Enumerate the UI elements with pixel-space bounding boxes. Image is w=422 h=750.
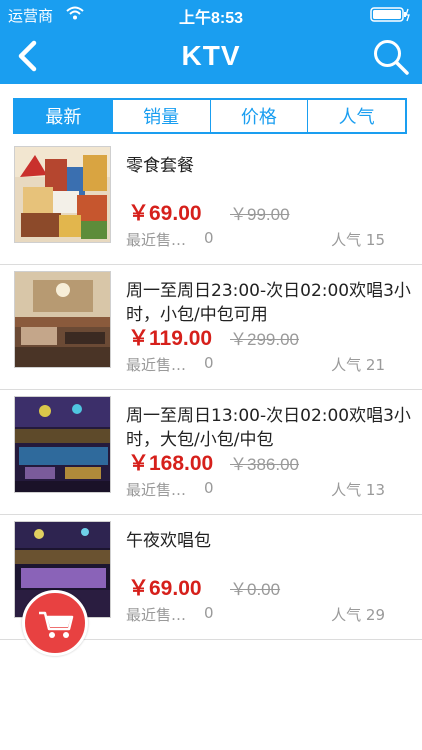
tab-latest[interactable]: 最新: [15, 100, 112, 132]
product-name: 午夜欢唱包: [126, 531, 211, 551]
sales-label: 最近售…: [126, 606, 187, 624]
sales-info: 最近售… 0: [126, 354, 214, 375]
product-image-room-small: [14, 271, 111, 368]
product-price: ￥69.00: [128, 577, 202, 600]
popularity: 人气 15: [331, 231, 385, 249]
status-bar: 运营商 上午8:53: [0, 0, 422, 28]
product-image-snacks: [14, 146, 111, 243]
search-icon[interactable]: [372, 38, 410, 76]
list-item[interactable]: 零食套餐 ￥69.00 ￥99.00 最近售… 0 人气 15: [0, 140, 422, 265]
sales-count: 0: [204, 479, 214, 497]
product-name: 零食套餐: [126, 156, 194, 176]
page-title: KTV: [181, 40, 241, 71]
sales-info: 最近售… 0: [126, 479, 214, 500]
product-price: ￥69.00: [128, 202, 202, 225]
product-original-price: ￥386.00: [230, 455, 299, 474]
sales-info: 最近售… 0: [126, 604, 214, 625]
sales-label: 最近售…: [126, 356, 187, 374]
nav-bar: KTV: [0, 28, 422, 84]
tab-price[interactable]: 价格: [209, 100, 308, 132]
popularity: 人气 29: [331, 606, 385, 624]
sales-label: 最近售…: [126, 231, 187, 249]
list-item[interactable]: 周一至周日13:00-次日02:00欢唱3小时，大包/小包/中包 ￥168.00…: [0, 390, 422, 515]
product-price: ￥119.00: [128, 327, 213, 350]
product-name: 周一至周日13:00-次日02:00欢唱3小时，大包/小包/中包: [126, 406, 411, 450]
product-name: 周一至周日23:00-次日02:00欢唱3小时，小包/中包可用: [126, 281, 411, 325]
popularity: 人气 21: [331, 356, 385, 374]
sales-info: 最近售… 0: [126, 229, 214, 250]
product-list: 零食套餐 ￥69.00 ￥99.00 最近售… 0 人气 15 周一至周日23:…: [0, 140, 422, 640]
popularity: 人气 13: [331, 481, 385, 499]
product-image-room-large: [14, 396, 111, 493]
sales-count: 0: [204, 229, 214, 247]
status-time: 上午8:53: [178, 10, 244, 27]
tab-sales[interactable]: 销量: [111, 100, 210, 132]
battery-icon: [370, 7, 410, 22]
sales-count: 0: [204, 354, 214, 372]
product-original-price: ￥0.00: [230, 580, 281, 599]
list-item[interactable]: 周一至周日23:00-次日02:00欢唱3小时，小包/中包可用 ￥119.00 …: [0, 265, 422, 390]
shopping-cart-icon: [39, 611, 74, 638]
product-price: ￥168.00: [128, 452, 214, 475]
sales-count: 0: [204, 604, 214, 622]
product-original-price: ￥299.00: [230, 330, 299, 349]
shopping-cart-button[interactable]: [22, 590, 88, 656]
sort-tabs: 最新 销量 价格 人气: [13, 98, 407, 134]
tab-popularity[interactable]: 人气: [307, 100, 405, 132]
product-original-price: ￥99.00: [230, 205, 290, 224]
sales-label: 最近售…: [126, 481, 187, 499]
